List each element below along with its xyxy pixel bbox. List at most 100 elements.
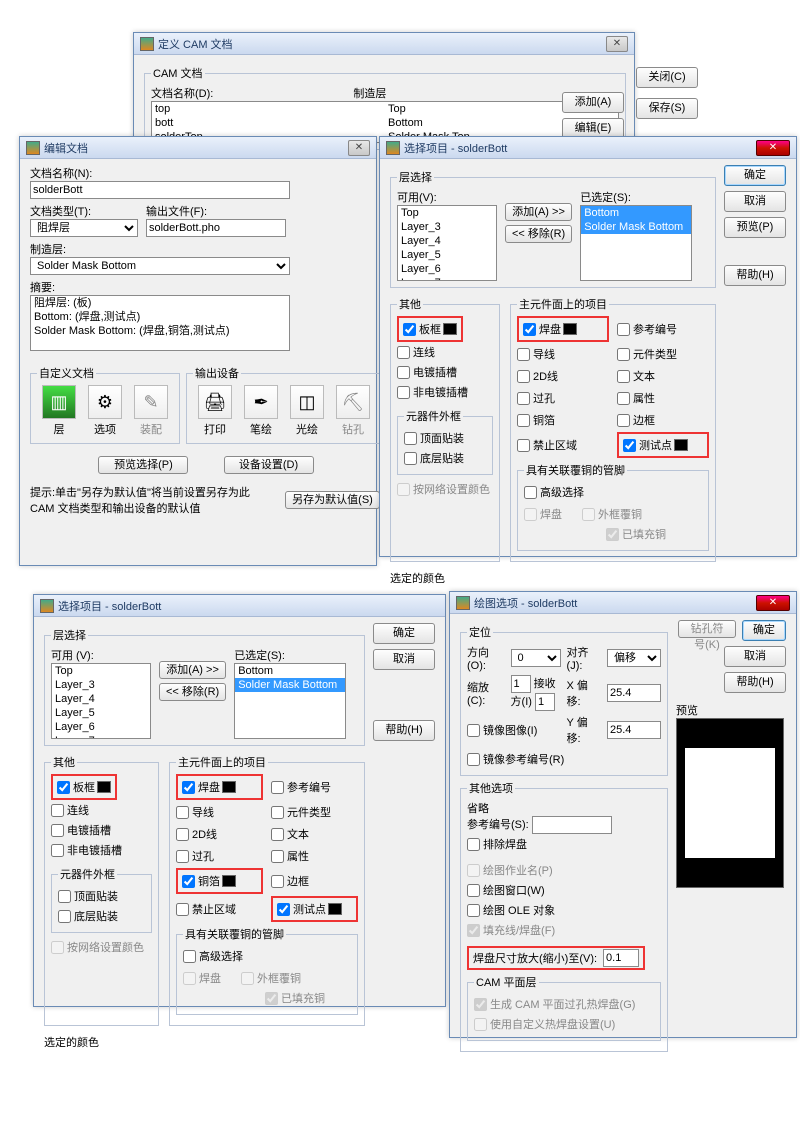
hl-board: 板框 — [397, 316, 463, 342]
tool-print[interactable]: 🖨打印 — [193, 385, 237, 437]
close-button[interactable]: 关闭(C) — [636, 67, 698, 88]
recvd-input[interactable] — [535, 693, 555, 711]
cb-conn — [397, 346, 410, 359]
help-button[interactable]: 帮助(H) — [373, 720, 435, 741]
cb-guide — [517, 348, 530, 361]
app-icon — [386, 141, 400, 155]
cb-pad — [523, 323, 536, 336]
add-layer-button[interactable]: 添加(A) >> — [505, 203, 572, 221]
cb-colorbynet — [397, 483, 410, 496]
title: 编辑文档 — [44, 140, 348, 156]
cb-ref — [617, 323, 630, 336]
align-select[interactable]: 偏移 — [607, 649, 661, 667]
dlg-edit-doc: 编辑文档 ✕ 文档名称(N): 文档类型(T): 阻焊层 输出文件(F): 制造… — [19, 136, 377, 566]
docname-input[interactable] — [30, 181, 290, 199]
cb-copper — [517, 414, 530, 427]
dev-set-button[interactable]: 设备设置(D) — [224, 456, 314, 474]
close-icon[interactable]: ✕ — [348, 140, 370, 156]
sel-list[interactable]: Bottom Solder Mask Bottom — [580, 205, 692, 281]
avail-list[interactable]: TopLayer_3Layer_4Layer_5Layer_6Layer_7 — [51, 663, 151, 739]
save-button[interactable]: 保存(S) — [636, 98, 698, 119]
dlg-select-items-b: 选择项目 - solderBott 层选择 可用 (V): TopLayer_3… — [33, 594, 446, 1007]
doctype-select[interactable]: 阻焊层 — [30, 219, 138, 237]
close-icon[interactable]: ✕ — [756, 140, 790, 156]
lbl-docname: 文档名称(N): — [30, 165, 382, 181]
avail-list[interactable]: TopLayer_3Layer_4Layer_5Layer_6Layer_7 — [397, 205, 497, 281]
cb-win — [467, 884, 480, 897]
lbl-doctype: 文档类型(T): — [30, 203, 138, 219]
lbl-docname: 文档名称(D): — [151, 85, 213, 101]
app-icon — [40, 599, 54, 613]
cb-text — [617, 370, 630, 383]
lbl-mfglayer: 制造层: — [30, 241, 382, 257]
yoff-input[interactable] — [607, 721, 661, 739]
cb-topmount — [404, 432, 417, 445]
cb-board — [403, 323, 416, 336]
add-button[interactable]: 添加(A) — [562, 92, 624, 113]
preview-pane — [676, 718, 784, 888]
ok-button[interactable]: 确定 — [373, 623, 435, 644]
hl-copper: 铜箔 — [176, 868, 263, 894]
tool-options[interactable]: ⚙选项 — [83, 385, 127, 437]
lbl-outfile: 输出文件(F): — [146, 203, 286, 219]
sel-list[interactable]: Bottom Solder Mask Bottom — [234, 663, 346, 739]
preview-button[interactable]: 预览(P) — [724, 217, 786, 238]
tool-photo[interactable]: ◫光绘 — [285, 385, 329, 437]
hl-pad: 焊盘 — [176, 774, 263, 800]
cb-test — [623, 439, 636, 452]
ref-input[interactable] — [532, 816, 612, 834]
cb-mirror-img — [467, 724, 480, 737]
tool-drill: ⛏钻孔 — [331, 385, 375, 437]
cb-mirror-ref — [467, 753, 480, 766]
padresize-input[interactable] — [603, 949, 639, 967]
cancel-button[interactable]: 取消 — [724, 191, 786, 212]
close-icon[interactable]: ✕ — [756, 595, 790, 611]
add-layer-button[interactable]: 添加(A) >> — [159, 661, 226, 679]
cb-board — [57, 781, 70, 794]
grp-label: CAM 文档 — [151, 65, 205, 81]
app-icon — [140, 37, 154, 51]
cb-attr — [617, 392, 630, 405]
outfile-input[interactable] — [146, 219, 286, 237]
hl-board: 板框 — [51, 774, 117, 800]
scale-input[interactable] — [511, 675, 531, 693]
xoff-input[interactable] — [607, 684, 661, 702]
hint-text: 提示:单击"另存为默认值"将当前设置另存为此 CAM 文档类型和输出设备的默认值 — [30, 484, 277, 516]
hl-padresize: 焊盘尺寸放大(缩小)至(V): — [467, 946, 645, 970]
title: 绘图选项 - solderBott — [474, 595, 756, 611]
hl-test: 测试点 — [617, 432, 709, 458]
save-default-button[interactable]: 另存为默认值(S) — [285, 491, 380, 509]
dlg-select-items-a: 选择项目 - solderBott ✕ 层选择 可用(V): TopLayer_… — [379, 136, 797, 557]
hl-test: 测试点 — [271, 896, 358, 922]
cb-nonplated — [397, 386, 410, 399]
cb-ole — [467, 904, 480, 917]
close-icon[interactable]: ✕ — [606, 36, 628, 52]
hl-pad: 焊盘 — [517, 316, 609, 342]
cb-expad — [467, 838, 480, 851]
tool-layer[interactable]: ▥层 — [37, 385, 81, 437]
rem-layer-button[interactable]: << 移除(R) — [159, 683, 226, 701]
rem-layer-button[interactable]: << 移除(R) — [505, 225, 572, 243]
cb-advsel — [524, 486, 537, 499]
cb-comptype — [617, 348, 630, 361]
dir-select[interactable]: 0 — [511, 649, 561, 667]
cancel-button[interactable]: 取消 — [373, 649, 435, 670]
title: 定义 CAM 文档 — [158, 36, 606, 52]
cb-border — [617, 414, 630, 427]
help-button[interactable]: 帮助(H) — [724, 672, 786, 693]
tool-assemble: ✎装配 — [129, 385, 173, 437]
lbl-selcolor: 选定的颜色 — [390, 570, 716, 586]
ok-button[interactable]: 确定 — [724, 165, 786, 186]
dlg-define-cam: 定义 CAM 文档 ✕ CAM 文档 文档名称(D): 制造层 topTop b… — [133, 32, 635, 140]
prev-sel-button[interactable]: 预览选择(P) — [98, 456, 188, 474]
mfglayer-select[interactable]: Solder Mask Bottom — [30, 257, 290, 275]
cb-keepout — [517, 439, 530, 452]
cancel-button[interactable]: 取消 — [724, 646, 786, 667]
help-button[interactable]: 帮助(H) — [724, 265, 786, 286]
cb-plated — [397, 366, 410, 379]
app-icon — [26, 141, 40, 155]
tool-pen[interactable]: ✒笔绘 — [239, 385, 283, 437]
title: 选择项目 - solderBott — [404, 140, 756, 156]
ok-button[interactable]: 确定 — [742, 620, 786, 641]
app-icon — [456, 596, 470, 610]
